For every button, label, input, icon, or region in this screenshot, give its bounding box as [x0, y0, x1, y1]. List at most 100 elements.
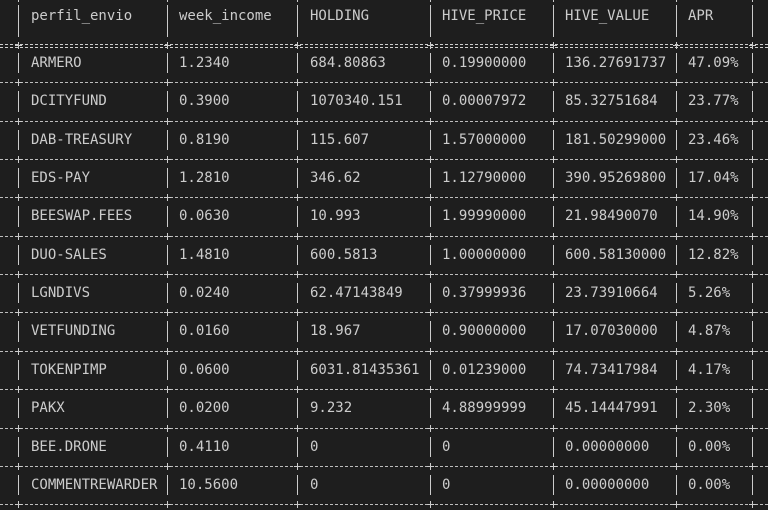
table-cell: 45.14447991 [565, 400, 658, 416]
column-border [553, 283, 554, 304]
column-border [167, 5, 168, 37]
column-border [430, 244, 431, 266]
table-cell: 23.46% [688, 132, 739, 148]
table-cell: 2.30% [688, 400, 731, 416]
column-border [752, 244, 753, 266]
column-border [297, 53, 298, 74]
column-header: HOLDING [310, 8, 370, 24]
table-cell: 47.09% [688, 55, 739, 71]
column-border [167, 53, 168, 74]
table-cell: 62.47143849 [310, 285, 403, 301]
column-border [18, 398, 19, 419]
column-border [430, 206, 431, 227]
column-border [553, 436, 554, 457]
table-cell: 18.967 [310, 323, 361, 339]
table-cell: 0.00000000 [565, 439, 650, 455]
column-border [676, 206, 677, 227]
table-cell: COMMENTREWARDER [31, 477, 158, 493]
column-border [167, 321, 168, 342]
column-border [297, 91, 298, 112]
table-cell: TOKENPIMP [31, 362, 107, 378]
table-cell: 1.2340 [179, 55, 230, 71]
column-border [167, 436, 168, 457]
column-border [676, 436, 677, 457]
column-border [676, 244, 677, 266]
column-border [18, 436, 19, 457]
table-cell: EDS-PAY [31, 170, 91, 186]
column-border [297, 206, 298, 227]
table-cell: 0.01239000 [442, 362, 527, 378]
table-cell: 0 [310, 439, 319, 455]
column-border [752, 359, 753, 381]
table-cell: 600.58130000 [565, 247, 667, 263]
table-cell: BEE.DRONE [31, 439, 107, 455]
table-cell: 6031.81435361 [310, 362, 420, 378]
column-border [752, 206, 753, 227]
column-header: week_income [179, 8, 272, 24]
column-border [553, 398, 554, 419]
column-border [752, 129, 753, 151]
table-cell: DAB-TREASURY [31, 132, 133, 148]
column-border [167, 359, 168, 381]
column-border [676, 129, 677, 151]
column-border [430, 474, 431, 496]
table-cell: 1.00000000 [442, 247, 527, 263]
column-border [752, 53, 753, 74]
table-cell: LGNDIVS [31, 285, 91, 301]
table-cell: 0.0240 [179, 285, 230, 301]
table-cell: ARMERO [31, 55, 82, 71]
column-border [676, 474, 677, 496]
table-cell: 0.19900000 [442, 55, 527, 71]
table-cell: 23.73910664 [565, 285, 658, 301]
column-border [430, 436, 431, 457]
table-row [0, 428, 768, 466]
column-border [676, 91, 677, 112]
table-cell: 17.04% [688, 170, 739, 186]
column-border [167, 283, 168, 304]
column-border [297, 283, 298, 304]
column-border [553, 359, 554, 381]
column-border [430, 321, 431, 342]
table-cell: VETFUNDING [31, 323, 116, 339]
column-header: APR [688, 8, 714, 24]
column-border [553, 129, 554, 151]
table-cell: 346.62 [310, 170, 361, 186]
table-cell: 0.00% [688, 477, 731, 493]
column-border [297, 129, 298, 151]
column-header: HIVE_PRICE [442, 8, 527, 24]
table-cell: 390.95269800 [565, 170, 667, 186]
column-border [553, 474, 554, 496]
table-cell: 10.5600 [179, 477, 239, 493]
column-border [18, 474, 19, 496]
column-border [18, 283, 19, 304]
column-border [676, 398, 677, 419]
table-cell: 17.07030000 [565, 323, 658, 339]
column-border [167, 129, 168, 151]
column-border [18, 129, 19, 151]
column-border [553, 206, 554, 227]
table-cell: 0.37999936 [442, 285, 527, 301]
table-cell: 115.607 [310, 132, 370, 148]
table-cell: 1.99990000 [442, 208, 527, 224]
table-cell: 0.0160 [179, 323, 230, 339]
table-cell: 12.82% [688, 247, 739, 263]
column-border [752, 474, 753, 496]
column-border [18, 91, 19, 112]
column-border [430, 53, 431, 74]
table-cell: 0.8190 [179, 132, 230, 148]
table-cell: PAKX [31, 400, 65, 416]
table-cell: 600.5813 [310, 247, 378, 263]
table-cell: 21.98490070 [565, 208, 658, 224]
table-cell: 4.17% [688, 362, 731, 378]
column-border [18, 168, 19, 189]
column-border [430, 91, 431, 112]
column-border [297, 244, 298, 266]
column-border [752, 283, 753, 304]
table-cell: DCITYFUND [31, 93, 107, 109]
table-cell: 5.26% [688, 285, 731, 301]
column-border [18, 359, 19, 381]
table-cell: 1.2810 [179, 170, 230, 186]
column-border [752, 436, 753, 457]
column-border [430, 359, 431, 381]
column-border [553, 53, 554, 74]
